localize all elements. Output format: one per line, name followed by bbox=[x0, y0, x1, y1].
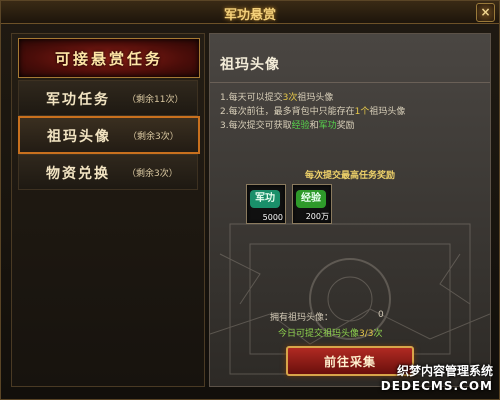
title-divider bbox=[210, 82, 490, 83]
rule-highlight: 经验 bbox=[291, 121, 310, 131]
reward-slot-exp[interactable]: 经验 200万 bbox=[292, 184, 332, 224]
owned-value: 0 bbox=[378, 310, 384, 320]
today-suffix: 次 bbox=[373, 329, 383, 339]
task-item-label: 军功任务 bbox=[46, 92, 110, 108]
task-item-supply-exchange[interactable]: 物资兑换 （剩余3次） bbox=[18, 154, 198, 190]
task-item-label: 祖玛头像 bbox=[47, 129, 111, 145]
bounty-window: 军功悬赏 × 可接悬赏任务 军功任务 （剩余11次） 祖玛头像 （剩余3次） 物… bbox=[0, 0, 500, 400]
task-item-military[interactable]: 军功任务 （剩余11次） bbox=[18, 80, 198, 116]
rule-highlight: 军功 bbox=[318, 121, 337, 131]
rule-text: 奖励 bbox=[336, 121, 355, 131]
today-value: 3/3 bbox=[359, 329, 374, 339]
task-item-count: （剩余3次） bbox=[128, 132, 179, 142]
task-item-zuma-head[interactable]: 祖玛头像 （剩余3次） bbox=[18, 116, 200, 154]
task-list-header-label: 可接悬赏任务 bbox=[54, 50, 163, 68]
rule-line-3: 3.每次提交可获取经验和军功奖励 bbox=[220, 118, 355, 131]
rewards-title: 每次提交最高任务奖励 bbox=[304, 171, 395, 181]
today-label: 今日可提交祖玛头像 bbox=[278, 329, 360, 339]
rule-text: 3.每次提交可获取 bbox=[220, 121, 292, 131]
rule-highlight: 3次 bbox=[282, 93, 298, 103]
task-item-count: （剩余11次） bbox=[127, 95, 184, 105]
rule-text: 祖玛头像 bbox=[297, 93, 334, 103]
rule-text: 和 bbox=[309, 121, 319, 131]
watermark: 织梦内容管理系统 DEDECMS.COM bbox=[381, 362, 493, 393]
rule-line-1: 1.每天可以提交3次祖玛头像 bbox=[220, 90, 333, 103]
rule-text: 1.每天可以提交 bbox=[220, 93, 283, 103]
watermark-line-2: DEDECMS.COM bbox=[380, 379, 493, 393]
rule-text: 2.每次前往，最多背包中只能存在 bbox=[220, 107, 355, 117]
junggong-icon: 军功 bbox=[250, 190, 280, 208]
reward-quantity: 200万 bbox=[305, 212, 329, 221]
watermark-line-1: 织梦内容管理系统 bbox=[396, 364, 493, 378]
task-list-header: 可接悬赏任务 bbox=[18, 38, 200, 78]
close-button[interactable]: × bbox=[476, 3, 495, 22]
task-list-panel: 可接悬赏任务 军功任务 （剩余11次） 祖玛头像 （剩余3次） 物资兑换 （剩余… bbox=[11, 33, 205, 387]
rule-text: 祖玛头像 bbox=[369, 107, 406, 117]
detail-title: 祖玛头像 bbox=[220, 57, 280, 73]
reward-quantity: 5000 bbox=[262, 213, 283, 222]
exp-icon: 经验 bbox=[296, 190, 326, 208]
reward-slot-military[interactable]: 军功 5000 bbox=[246, 184, 286, 224]
rule-highlight: 1个 bbox=[354, 107, 370, 117]
task-detail-panel: 祖玛头像 1.每天可以提交3次祖玛头像 2.每次前往，最多背包中只能存在1个祖玛… bbox=[209, 33, 491, 387]
window-title: 军功悬赏 bbox=[223, 8, 276, 23]
title-bar: 军功悬赏 × bbox=[1, 1, 499, 24]
task-item-count: （剩余3次） bbox=[127, 169, 178, 179]
owned-label: 拥有祖玛头像： bbox=[270, 313, 334, 323]
today-submit-line: 今日可提交祖玛头像3/3次 bbox=[278, 326, 383, 339]
rule-line-2: 2.每次前往，最多背包中只能存在1个祖玛头像 bbox=[220, 104, 405, 117]
task-item-label: 物资兑换 bbox=[46, 166, 110, 182]
